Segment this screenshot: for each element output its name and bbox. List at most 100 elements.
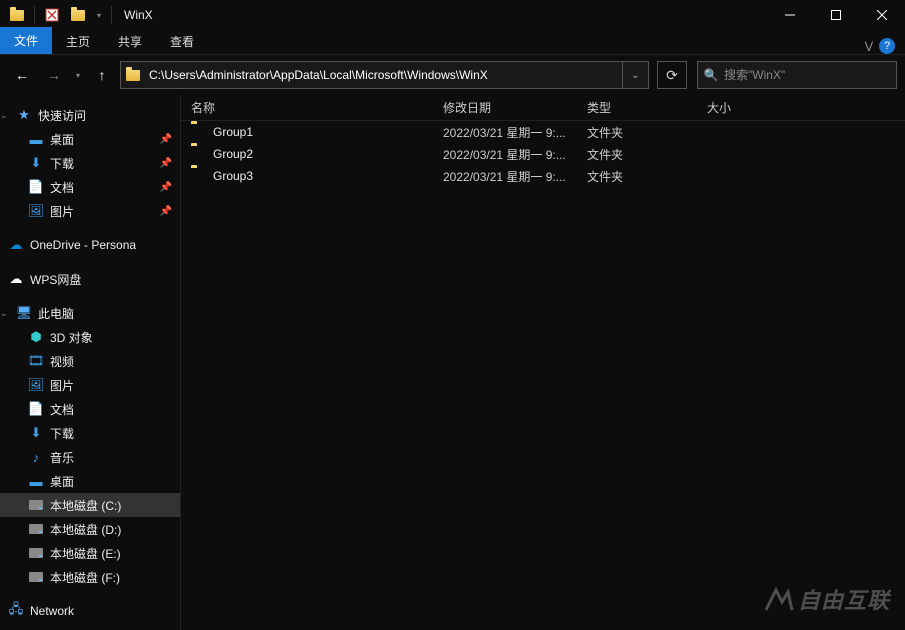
- sidebar-item[interactable]: ♪ 音乐: [0, 445, 180, 469]
- forward-button[interactable]: →: [40, 61, 68, 89]
- video-icon: 🎞: [28, 353, 44, 369]
- sidebar-item-label: 下载: [50, 425, 74, 442]
- sidebar-item-label: 本地磁盘 (E:): [50, 545, 121, 562]
- drive-icon: [28, 521, 44, 537]
- file-name: Group2: [213, 147, 443, 161]
- cloud-icon: ☁: [8, 271, 24, 287]
- document-icon: 📄: [28, 179, 44, 195]
- titlebar: ▾ WinX: [0, 0, 905, 30]
- ribbon-tabs: 文件 主页 共享 查看 ⋁ ?: [0, 30, 905, 55]
- drive-icon: [28, 545, 44, 561]
- chevron-down-icon: ⌄: [0, 110, 8, 121]
- qat-properties-icon[interactable]: [41, 4, 63, 26]
- address-input[interactable]: [145, 62, 622, 88]
- sidebar-item-label: 本地磁盘 (F:): [50, 569, 120, 586]
- sidebar-item[interactable]: 📄文档: [0, 397, 180, 421]
- minimize-button[interactable]: [767, 0, 813, 30]
- search-input[interactable]: [724, 62, 896, 88]
- sidebar-item[interactable]: 本地磁盘 (C:): [0, 493, 180, 517]
- sidebar-item-label: 文档: [50, 401, 74, 418]
- address-bar[interactable]: ⌄: [120, 61, 649, 89]
- sidebar[interactable]: ⌄ ★ 快速访问 ▬桌面📌⬇下载📌📄文档📌🖼图片📌 ☁ OneDrive - P…: [0, 95, 180, 630]
- sidebar-item[interactable]: 本地磁盘 (F:): [0, 565, 180, 589]
- drive-icon: [28, 497, 44, 513]
- desktop-icon: ▬: [28, 131, 44, 147]
- sidebar-item-label: 本地磁盘 (C:): [50, 497, 121, 514]
- sidebar-wps[interactable]: ☁ WPS网盘: [0, 267, 180, 291]
- file-row[interactable]: Group32022/03/21 星期一 9:...文件夹: [181, 165, 905, 187]
- monitor-icon: 🖥: [16, 305, 32, 321]
- sidebar-onedrive[interactable]: ☁ OneDrive - Persona: [0, 233, 180, 257]
- sidebar-item-label: 桌面: [50, 131, 74, 148]
- sidebar-this-pc[interactable]: ⌄ 🖥 此电脑: [0, 301, 180, 325]
- close-button[interactable]: [859, 0, 905, 30]
- file-row[interactable]: Group12022/03/21 星期一 9:...文件夹: [181, 121, 905, 143]
- download-icon: ⬇: [28, 155, 44, 171]
- tab-share[interactable]: 共享: [104, 29, 156, 54]
- search-box[interactable]: 🔍: [697, 61, 897, 89]
- file-type: 文件夹: [587, 146, 707, 163]
- tab-home[interactable]: 主页: [52, 29, 104, 54]
- star-icon: ★: [16, 107, 32, 123]
- column-headers: 名称 修改日期 类型 大小: [181, 95, 905, 121]
- column-name[interactable]: 名称: [191, 99, 443, 116]
- pin-icon: 📌: [160, 182, 172, 193]
- window-controls: [767, 0, 905, 30]
- music-icon: ♪: [28, 449, 44, 465]
- address-dropdown-icon[interactable]: ⌄: [622, 62, 648, 88]
- sidebar-item-label: 3D 对象: [50, 329, 93, 346]
- sidebar-item-label: 图片: [50, 203, 74, 220]
- sidebar-quick-access[interactable]: ⌄ ★ 快速访问: [0, 103, 180, 127]
- sidebar-item[interactable]: 🎞 视频: [0, 349, 180, 373]
- sidebar-item[interactable]: ▬桌面: [0, 469, 180, 493]
- maximize-button[interactable]: [813, 0, 859, 30]
- tab-file[interactable]: 文件: [0, 27, 52, 54]
- qat-dropdown-icon[interactable]: ▾: [93, 11, 105, 20]
- download-icon: ⬇: [28, 425, 44, 441]
- history-dropdown-icon[interactable]: ▾: [72, 71, 84, 80]
- sidebar-item[interactable]: 本地磁盘 (D:): [0, 517, 180, 541]
- sidebar-item[interactable]: 🖼图片: [0, 373, 180, 397]
- picture-icon: 🖼: [28, 203, 44, 219]
- sidebar-item[interactable]: 📄 文档 📌: [0, 175, 180, 199]
- ribbon-collapse-icon[interactable]: ⋁: [865, 41, 873, 52]
- main-area: ⌄ ★ 快速访问 ▬桌面📌⬇下载📌📄文档📌🖼图片📌 ☁ OneDrive - P…: [0, 95, 905, 630]
- sidebar-item[interactable]: ⬢ 3D 对象: [0, 325, 180, 349]
- tab-view[interactable]: 查看: [156, 29, 208, 54]
- navbar: ← → ▾ ↑ ⌄ ⟳ 🔍: [0, 55, 905, 95]
- sidebar-item-label: 视频: [50, 353, 74, 370]
- drive-icon: [28, 569, 44, 585]
- quick-access-toolbar: ▾: [6, 0, 114, 30]
- app-icon[interactable]: [6, 4, 28, 26]
- sidebar-item[interactable]: ▬ 桌面 📌: [0, 127, 180, 151]
- back-button[interactable]: ←: [8, 61, 36, 89]
- 3d-icon: ⬢: [28, 329, 44, 345]
- sidebar-item-label: 下载: [50, 155, 74, 172]
- sidebar-item-label: 文档: [50, 179, 74, 196]
- sidebar-item[interactable]: ⬇下载📌: [0, 151, 180, 175]
- pin-icon: 📌: [160, 134, 172, 145]
- column-size[interactable]: 大小: [707, 99, 787, 116]
- file-date: 2022/03/21 星期一 9:...: [443, 146, 587, 163]
- column-date[interactable]: 修改日期: [443, 99, 587, 116]
- up-button[interactable]: ↑: [88, 61, 116, 89]
- sidebar-item-label: 桌面: [50, 473, 74, 490]
- sidebar-item[interactable]: 🖼图片📌: [0, 199, 180, 223]
- file-row[interactable]: Group22022/03/21 星期一 9:...文件夹: [181, 143, 905, 165]
- qat-new-folder-icon[interactable]: [67, 4, 89, 26]
- folder-icon: [191, 146, 207, 162]
- sidebar-item[interactable]: ⬇ 下载: [0, 421, 180, 445]
- sidebar-item-label: 音乐: [50, 449, 74, 466]
- file-name: Group1: [213, 125, 443, 139]
- sidebar-item[interactable]: 本地磁盘 (E:): [0, 541, 180, 565]
- chevron-down-icon: ⌄: [0, 308, 8, 319]
- sidebar-network[interactable]: 🖧 Network: [0, 599, 180, 623]
- folder-icon: [191, 124, 207, 140]
- column-type[interactable]: 类型: [587, 99, 707, 116]
- help-icon[interactable]: ?: [879, 38, 895, 54]
- file-type: 文件夹: [587, 168, 707, 185]
- refresh-button[interactable]: ⟳: [657, 61, 687, 89]
- cloud-icon: ☁: [8, 237, 24, 253]
- file-type: 文件夹: [587, 124, 707, 141]
- file-list[interactable]: Group12022/03/21 星期一 9:...文件夹Group22022/…: [181, 121, 905, 187]
